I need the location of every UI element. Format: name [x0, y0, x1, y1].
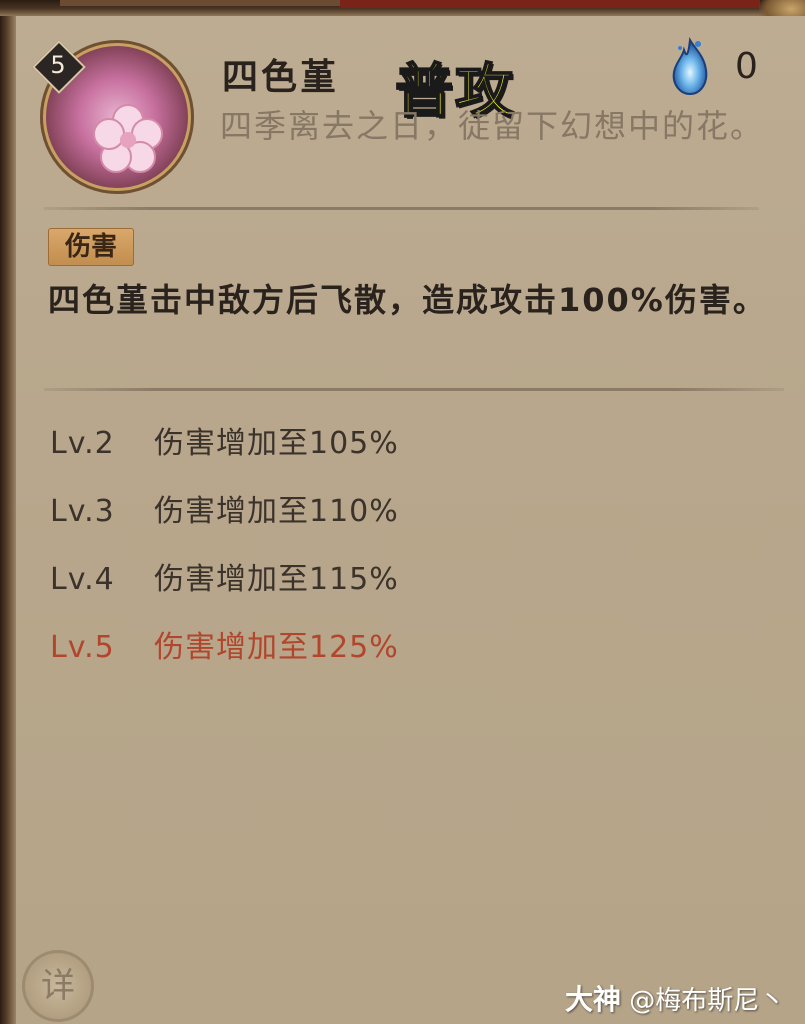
- level-effect: 伤害增加至115%: [154, 562, 399, 597]
- level-label: Lv.2: [50, 426, 115, 461]
- level-row-5-current: Lv.5 伤害增加至125%: [50, 622, 399, 666]
- level-effect: 伤害增加至105%: [154, 426, 399, 461]
- level-row-2: Lv.2 伤害增加至105%: [50, 418, 399, 462]
- level-label: Lv.3: [50, 494, 115, 529]
- soul-orb-icon: [672, 36, 708, 96]
- divider-top: [44, 207, 759, 210]
- level-row-4: Lv.4 伤害增加至115%: [50, 554, 399, 598]
- level-label: Lv.4: [50, 562, 115, 597]
- level-label: Lv.5: [50, 630, 115, 665]
- skill-level-number: 5: [50, 51, 66, 79]
- damage-tag: 伤害: [48, 228, 134, 266]
- watermark-handle: @梅布斯尼丶: [629, 986, 786, 1016]
- detail-button[interactable]: 详: [22, 950, 94, 1022]
- skill-flavor-text: 四季离去之日，徒留下幻想中的花。: [220, 107, 765, 145]
- level-effect: 伤害增加至125%: [154, 630, 399, 665]
- level-badge-icon: 5: [32, 40, 86, 94]
- detail-icon: 详: [41, 966, 75, 1006]
- damage-tag-label: 伤害: [64, 232, 117, 262]
- watermark: 大神 @梅布斯尼丶: [565, 978, 785, 1018]
- watermark-brand: 大神: [565, 983, 622, 1016]
- divider-middle: [44, 388, 784, 391]
- flower-icon: [93, 104, 163, 173]
- frame-left-border: [0, 0, 16, 1024]
- level-row-3: Lv.3 伤害增加至110%: [50, 486, 399, 530]
- orb-cost-value: 0: [735, 46, 758, 87]
- frame-top-banner: [340, 0, 760, 8]
- skill-name: 四色堇: [222, 56, 340, 98]
- level-effect: 伤害增加至110%: [154, 494, 399, 529]
- effect-description: 四色堇击中敌方后飞散，造成攻击100%伤害。: [48, 281, 767, 319]
